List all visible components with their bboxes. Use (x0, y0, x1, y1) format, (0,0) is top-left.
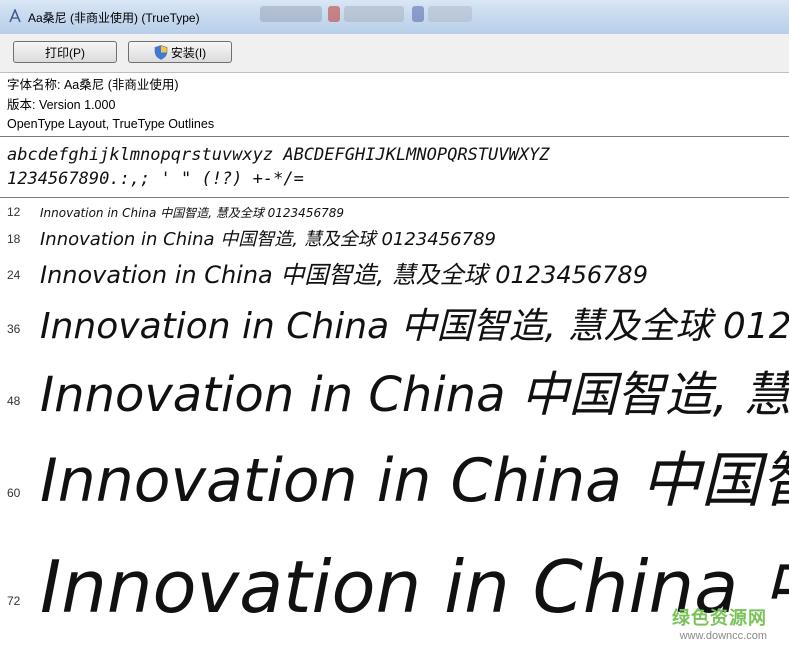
blurred-background-item (328, 6, 340, 22)
sample-text: Innovation in China 中国智造, 慧及全球 012345678… (40, 229, 496, 250)
print-button-label: 打印(P) (45, 45, 85, 60)
sample-text: Innovation in China 中国智造, 慧及全球 012345678… (40, 306, 789, 347)
divider (0, 197, 789, 198)
install-button[interactable]: 安装(I) (128, 41, 232, 63)
watermark-url: www.downcc.com (679, 630, 767, 642)
size-label: 12 (7, 205, 21, 219)
blurred-background-item (428, 6, 472, 22)
print-button[interactable]: 打印(P) (13, 41, 117, 63)
font-format-line: OpenType Layout, TrueType Outlines (7, 117, 215, 131)
install-button-label: 安装(I) (170, 45, 207, 60)
watermark: 绿色资源网 www.downcc.com (672, 604, 767, 642)
font-version-line: 版本: Version 1.000 (7, 97, 116, 112)
sample-text: Innovation in China 中国智造, 慧及全球 012345678… (40, 261, 648, 289)
watermark-title: 绿色资源网 (672, 608, 767, 629)
font-info: 字体名称: Aa桑尼 (非商业使用) 版本: Version 1.000 Ope… (7, 76, 214, 135)
blurred-background-item (412, 6, 424, 22)
title-bar: Aa桑尼 (非商业使用) (TrueType) (0, 0, 789, 35)
size-label: 72 (7, 594, 21, 608)
charset-line-letters: abcdefghijklmnopqrstuvwxyz ABCDEFGHIJKLM… (7, 145, 550, 165)
sample-text: Innovation in China 中国智造, 慧及全球 012345678… (40, 206, 344, 220)
sample-text: Innovation in China 中国智造, 慧及全球 012345678… (40, 446, 789, 516)
size-label: 24 (7, 268, 21, 282)
blurred-background-item (344, 6, 404, 22)
sample-text: Innovation in China 中国智造, 慧及全球 012345678… (40, 367, 789, 423)
toolbar: 打印(P) 安装(I) (0, 34, 789, 73)
window-title: Aa桑尼 (非商业使用) (TrueType) (28, 11, 200, 25)
font-name-line: 字体名称: Aa桑尼 (非商业使用) (7, 78, 179, 92)
character-set-preview: abcdefghijklmnopqrstuvwxyz ABCDEFGHIJKLM… (7, 143, 549, 191)
size-label: 36 (7, 322, 21, 336)
size-label: 48 (7, 394, 21, 408)
size-label: 18 (7, 232, 21, 246)
blurred-background-item (260, 6, 322, 22)
size-label: 60 (7, 486, 21, 500)
font-app-icon (9, 9, 21, 23)
divider (0, 136, 789, 137)
shield-icon (154, 44, 168, 60)
charset-line-symbols: 1234567890.:,; ' " (!?) +-*/= (7, 169, 304, 189)
